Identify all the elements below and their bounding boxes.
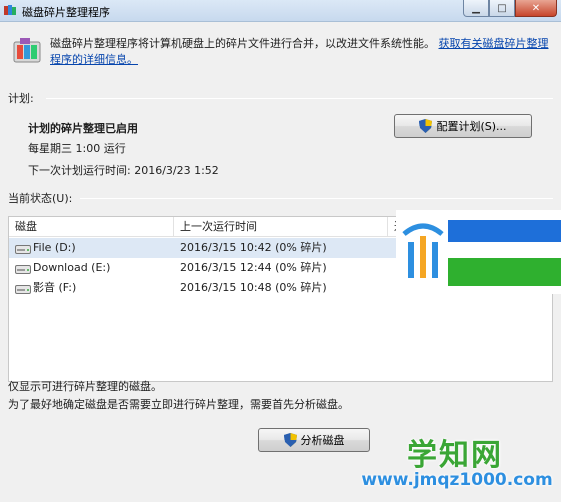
disk-last-run: 2016/3/15 12:44 (0% 碎片)	[180, 261, 327, 274]
disk-last-run: 2016/3/15 10:42 (0% 碎片)	[180, 241, 327, 254]
minimize-button[interactable]: ▁	[463, 0, 489, 17]
schedule-frequency: 每星期三 1:00 运行	[28, 142, 126, 155]
watermark-url: www.jmqz1000.com	[361, 470, 553, 490]
close-button[interactable]: ✕	[515, 0, 557, 17]
status-section-label: 当前状态(U):	[8, 192, 73, 205]
disk-name: File (D:)	[33, 241, 76, 254]
hard-drive-icon	[15, 245, 31, 254]
disk-name: 影音 (F:)	[33, 281, 77, 294]
footer-note-analyze: 为了最好地确定磁盘是否需要立即进行碎片整理，需要首先分析磁盘。	[8, 398, 349, 411]
footer-note-disks: 仅显示可进行碎片整理的磁盘。	[8, 380, 162, 393]
maximize-button[interactable]: □	[489, 0, 515, 17]
disk-name: Download (E:)	[33, 261, 111, 274]
uac-shield-icon	[419, 119, 433, 133]
configure-schedule-label: 配置计划(S)...	[436, 120, 507, 133]
defrag-icon	[4, 5, 16, 15]
window-title: 磁盘碎片整理程序	[22, 6, 110, 19]
watermark-text: 学知网	[407, 438, 503, 473]
watermark-blue-band	[448, 220, 561, 242]
analyze-disk-label: 分析磁盘	[300, 434, 345, 447]
watermark-green-band	[448, 258, 561, 286]
watermark-logo-icon	[402, 223, 444, 278]
uac-shield-icon	[283, 433, 297, 447]
disk-last-run: 2016/3/15 10:48 (0% 碎片)	[180, 281, 327, 294]
analyze-disk-button[interactable]: 分析磁盘	[258, 428, 370, 452]
schedule-section-label: 计划:	[8, 92, 34, 105]
hard-drive-icon	[15, 265, 31, 274]
description: 磁盘碎片整理程序将计算机硬盘上的碎片文件进行合并，以改进文件系统性能。 获取有关…	[50, 36, 550, 68]
column-header-disk[interactable]: 磁盘	[9, 217, 174, 237]
column-header-last-run[interactable]: 上一次运行时间	[174, 217, 388, 237]
defrag-icon	[13, 38, 41, 63]
schedule-status-title: 计划的碎片整理已启用	[28, 122, 138, 135]
configure-schedule-button[interactable]: 配置计划(S)...	[394, 114, 532, 138]
schedule-divider	[46, 98, 553, 99]
title-bar: 磁盘碎片整理程序 ▁ □ ✕	[0, 0, 561, 22]
hard-drive-icon	[15, 285, 31, 294]
schedule-next-run: 下一次计划运行时间: 2016/3/23 1:52	[28, 164, 219, 177]
description-text: 磁盘碎片整理程序将计算机硬盘上的碎片文件进行合并，以改进文件系统性能。	[50, 37, 435, 50]
window-controls: ▁ □ ✕	[463, 0, 557, 17]
status-divider	[80, 198, 553, 199]
